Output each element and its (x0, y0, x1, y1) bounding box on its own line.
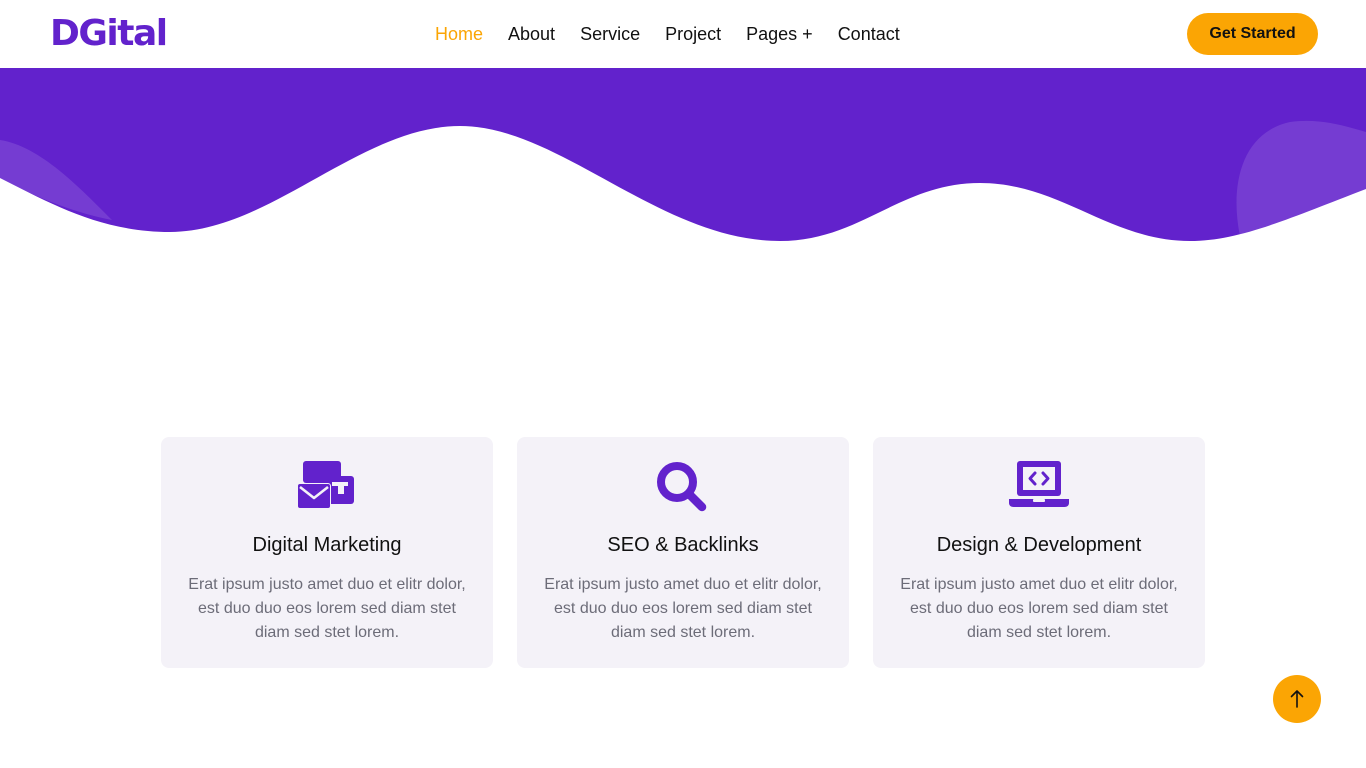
service-description: Erat ipsum justo amet duo et elitr dolor… (544, 576, 822, 641)
nav-service[interactable]: Service (580, 22, 640, 46)
service-card-seo-backlinks[interactable]: SEO & Backlinks Erat ipsum justo amet du… (517, 437, 849, 668)
service-title: Design & Development (936, 534, 1142, 556)
mail-bulk-icon (297, 461, 354, 509)
navbar: DGital Home About Service Project Pages +… (0, 0, 1366, 68)
service-title: SEO & Backlinks (607, 534, 759, 556)
nav-pages-dropdown[interactable]: Pages + (746, 22, 813, 46)
nav-home[interactable]: Home (435, 22, 483, 46)
nav-contact[interactable]: Contact (838, 22, 900, 46)
service-card-design-development[interactable]: Design & Development Erat ipsum justo am… (873, 437, 1205, 668)
arrow-up-icon (1290, 690, 1304, 708)
hero-wave-fill (0, 68, 1366, 241)
service-card-digital-marketing[interactable]: Digital Marketing Erat ipsum justo amet … (161, 437, 493, 668)
plus-icon: + (802, 24, 813, 44)
back-to-top-button[interactable] (1273, 675, 1321, 723)
nav-menu: Home About Service Project Pages + Contac… (435, 22, 900, 46)
laptop-code-icon (1009, 461, 1069, 507)
service-description: Erat ipsum justo amet duo et elitr dolor… (188, 576, 466, 641)
page: DGital Home About Service Project Pages +… (0, 0, 1366, 768)
nav-project[interactable]: Project (665, 22, 721, 46)
service-title: Digital Marketing (252, 534, 402, 556)
brand-logo[interactable]: DGital (50, 12, 168, 56)
search-icon (657, 462, 707, 512)
hero-wave (0, 68, 1366, 241)
nav-pages-label: Pages (746, 24, 798, 44)
nav-about[interactable]: About (508, 22, 555, 46)
service-description: Erat ipsum justo amet duo et elitr dolor… (900, 576, 1178, 641)
get-started-button[interactable]: Get Started (1187, 13, 1318, 55)
